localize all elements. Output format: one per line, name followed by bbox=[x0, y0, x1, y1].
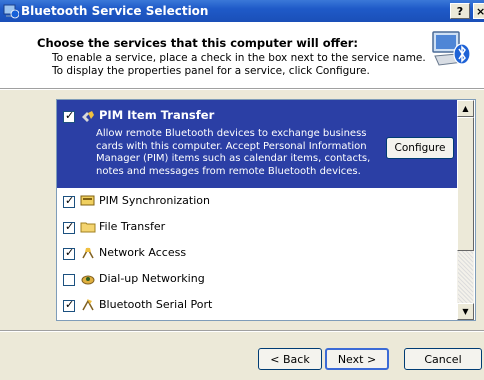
checkbox-pim-item-transfer[interactable]: ✓ bbox=[63, 109, 75, 123]
bluetooth-computer-icon bbox=[432, 31, 471, 66]
instruction-line-1: To enable a service, place a check in th… bbox=[52, 52, 426, 64]
check-icon: ✓ bbox=[65, 246, 75, 259]
checkbox-pim-synchronization[interactable]: ✓ bbox=[63, 194, 75, 208]
check-icon: ✓ bbox=[65, 220, 75, 233]
cancel-button[interactable]: Cancel bbox=[404, 348, 482, 370]
scroll-up-button[interactable]: ▲ bbox=[457, 100, 474, 117]
service-row-bluetooth-serial-port[interactable]: ✓ Bluetooth Serial Port bbox=[57, 292, 457, 318]
help-button[interactable]: ? bbox=[450, 3, 470, 19]
scroll-thumb[interactable] bbox=[457, 117, 474, 251]
title-bar: Bluetooth Service Selection ? × bbox=[0, 0, 484, 22]
next-button[interactable]: Next > bbox=[325, 348, 389, 370]
checkbox-bluetooth-serial-port[interactable]: ✓ bbox=[63, 298, 75, 312]
bluetooth-app-icon bbox=[3, 4, 19, 19]
service-label: Dial-up Networking bbox=[99, 272, 205, 285]
service-label: Network Access bbox=[99, 246, 187, 259]
wizard-header: Choose the services that this computer w… bbox=[0, 22, 484, 89]
page-heading: Choose the services that this computer w… bbox=[37, 36, 359, 50]
wizard-body: ✓ PIM Item Transfer Allow remote Bluetoo… bbox=[0, 89, 484, 380]
vertical-scrollbar[interactable]: ▲ ▼ bbox=[457, 100, 474, 320]
service-row-pim-item-transfer[interactable]: ✓ PIM Item Transfer Allow remote Bluetoo… bbox=[57, 100, 457, 188]
footer-separator bbox=[0, 330, 484, 332]
instruction-line-2: To display the properties panel for a se… bbox=[52, 65, 370, 77]
folder-icon bbox=[80, 222, 96, 233]
window-title: Bluetooth Service Selection bbox=[21, 4, 209, 18]
network-icon bbox=[82, 247, 94, 259]
check-icon: ✓ bbox=[65, 109, 75, 122]
service-row-pim-synchronization[interactable]: ✓ PIM Synchronization bbox=[57, 188, 457, 214]
checkbox-network-access[interactable]: ✓ bbox=[63, 246, 75, 260]
scroll-down-button[interactable]: ▼ bbox=[457, 303, 474, 320]
dialup-icon bbox=[81, 275, 95, 285]
service-row-dial-up-networking[interactable]: Dial-up Networking bbox=[57, 266, 457, 292]
check-icon: ✓ bbox=[65, 194, 75, 207]
back-button[interactable]: < Back bbox=[258, 348, 322, 370]
configure-button[interactable]: Configure bbox=[386, 137, 454, 159]
service-description: Allow remote Bluetooth devices to exchan… bbox=[96, 128, 371, 177]
checkbox-file-transfer[interactable]: ✓ bbox=[63, 220, 75, 234]
service-row-file-transfer[interactable]: ✓ File Transfer bbox=[57, 214, 457, 240]
services-list[interactable]: ✓ PIM Item Transfer Allow remote Bluetoo… bbox=[56, 99, 476, 321]
checkbox-dial-up-networking[interactable] bbox=[63, 274, 75, 286]
service-label: File Transfer bbox=[99, 220, 166, 233]
pim-transfer-icon bbox=[82, 111, 94, 122]
close-button[interactable]: × bbox=[473, 3, 484, 19]
service-label: PIM Synchronization bbox=[99, 194, 210, 207]
service-label: Bluetooth Serial Port bbox=[99, 298, 213, 311]
service-row-network-access[interactable]: ✓ Network Access bbox=[57, 240, 457, 266]
sync-icon bbox=[80, 195, 95, 206]
scroll-track[interactable] bbox=[458, 251, 473, 303]
serial-port-icon bbox=[82, 299, 94, 311]
check-icon: ✓ bbox=[65, 298, 75, 311]
service-label: PIM Item Transfer bbox=[99, 108, 215, 122]
